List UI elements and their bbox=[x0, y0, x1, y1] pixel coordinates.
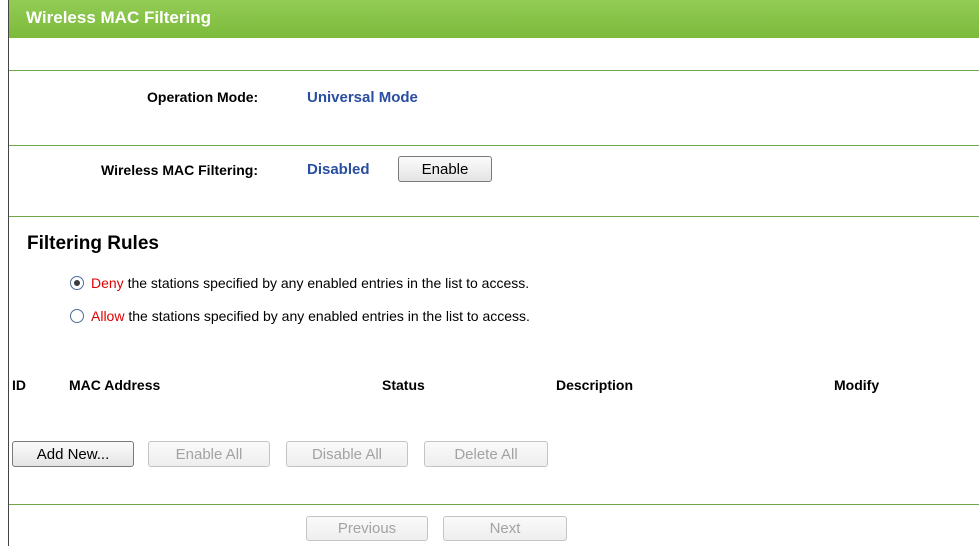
next-page-button[interactable]: Next bbox=[443, 516, 567, 541]
mac-filtering-status: Disabled bbox=[307, 161, 370, 178]
page-title: Wireless MAC Filtering bbox=[26, 8, 211, 27]
column-header-description: Description bbox=[556, 377, 634, 393]
deny-rule-option[interactable]: Deny the stations specified by any enabl… bbox=[70, 274, 529, 292]
column-header-mac-address: MAC Address bbox=[69, 377, 161, 393]
allow-rule-option[interactable]: Allow the stations specified by any enab… bbox=[70, 307, 530, 325]
enable-filtering-button[interactable]: Enable bbox=[398, 156, 492, 182]
operation-mode-value: Universal Mode bbox=[307, 89, 418, 106]
column-header-modify: Modify bbox=[834, 377, 880, 393]
radio-button[interactable] bbox=[70, 309, 84, 323]
deny-keyword: Deny bbox=[91, 275, 124, 291]
column-header-status: Status bbox=[382, 377, 425, 393]
allow-keyword: Allow bbox=[91, 308, 125, 324]
disable-all-button[interactable]: Disable All bbox=[286, 441, 408, 467]
divider bbox=[9, 70, 979, 71]
operation-mode-label: Operation Mode: bbox=[147, 89, 259, 105]
divider bbox=[9, 216, 979, 217]
wireless-mac-filtering-page: Wireless MAC Filtering Operation Mode: U… bbox=[0, 0, 979, 546]
page-header: Wireless MAC Filtering bbox=[9, 0, 979, 38]
mac-filtering-label: Wireless MAC Filtering: bbox=[101, 162, 259, 178]
add-new-button[interactable]: Add New... bbox=[12, 441, 134, 467]
radio-button-checked[interactable] bbox=[70, 276, 84, 290]
allow-rule-text: the stations specified by any enabled en… bbox=[124, 308, 530, 324]
filtering-rules-title: Filtering Rules bbox=[27, 233, 159, 254]
divider bbox=[9, 504, 979, 505]
column-header-id: ID bbox=[12, 377, 26, 393]
delete-all-button[interactable]: Delete All bbox=[424, 441, 548, 467]
enable-all-button[interactable]: Enable All bbox=[148, 441, 270, 467]
deny-rule-text: the stations specified by any enabled en… bbox=[123, 275, 530, 291]
left-border bbox=[8, 0, 9, 546]
divider bbox=[9, 145, 979, 146]
previous-page-button[interactable]: Previous bbox=[306, 516, 428, 541]
